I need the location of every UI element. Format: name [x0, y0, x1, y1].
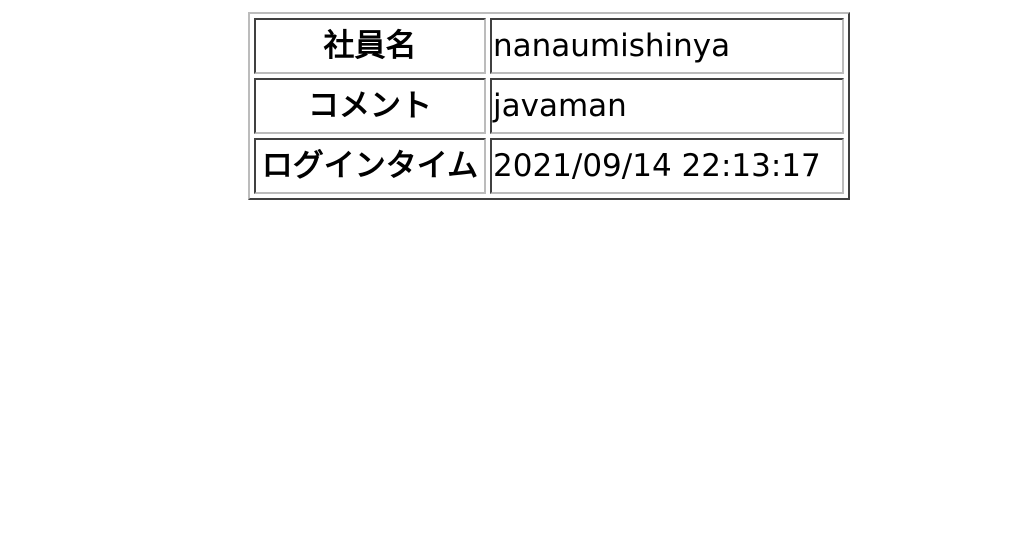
page: 社員名 nanaumishinya コメント javaman ログインタイム 2… [0, 0, 1022, 544]
profile-table: 社員名 nanaumishinya コメント javaman ログインタイム 2… [248, 12, 850, 200]
table-row-login-time: ログインタイム 2021/09/14 22:13:17 [254, 138, 844, 194]
table-row-employee-name: 社員名 nanaumishinya [254, 18, 844, 74]
comment-label: コメント [254, 78, 486, 134]
comment-value: javaman [490, 78, 844, 134]
login-time-value: 2021/09/14 22:13:17 [490, 138, 844, 194]
table-row-comment: コメント javaman [254, 78, 844, 134]
employee-name-label: 社員名 [254, 18, 486, 74]
employee-name-value: nanaumishinya [490, 18, 844, 74]
login-time-label: ログインタイム [254, 138, 486, 194]
